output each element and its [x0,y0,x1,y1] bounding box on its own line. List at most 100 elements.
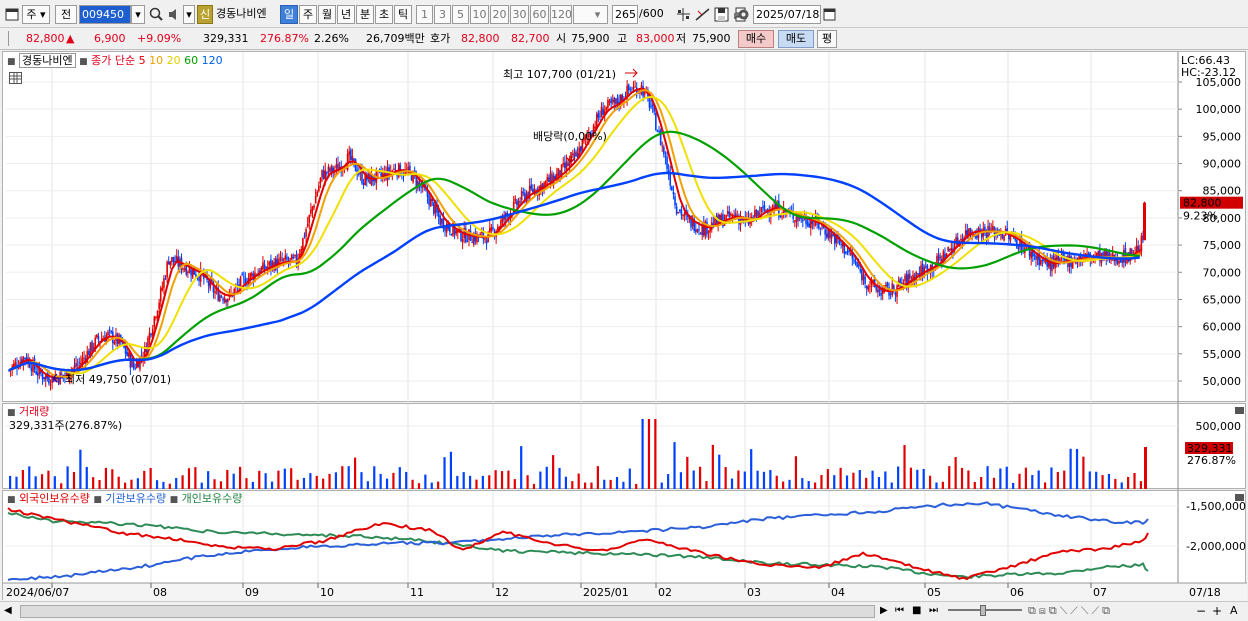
legend-ma-label[interactable]: 종가 단순 [91,54,135,67]
volume-bar [1031,475,1034,489]
market-select[interactable]: 주 ▾ [22,5,50,24]
gear-icon[interactable] [735,5,752,24]
candle-body [1071,261,1074,269]
trendline-icon[interactable] [694,5,711,24]
candle-body [992,225,994,231]
speaker-icon[interactable] [166,5,183,24]
holdings-chart-panel[interactable]: -1,500,000 -2,000,000 2024/06/07 08 09 10 11 12… [2,490,1247,601]
first-icon[interactable]: ⏮ [895,605,904,616]
candle-body [825,233,828,238]
interval-dropdown[interactable]: ▾ [573,5,608,24]
minute-30[interactable]: 30 [510,5,529,24]
tool-icons[interactable]: ⧉⧈⧉⟍⟋⟍⟋⧉ [1028,604,1113,618]
minute-120[interactable]: 120 [550,5,572,24]
price-chart-panel[interactable]: 105,000 100,000 95,000 90,000 85,000 80,000 75… [2,51,1247,403]
new-badge[interactable]: 신 [197,5,213,24]
average-button[interactable]: 평 [817,30,837,48]
period-day[interactable]: 일 [280,5,298,24]
period-second[interactable]: 초 [375,5,393,24]
calendar-icon[interactable] [821,5,838,24]
period-tick[interactable]: 틱 [394,5,412,24]
candle-body [757,211,759,217]
minute-20[interactable]: 20 [490,5,509,24]
candle-body [696,229,699,232]
scroll-track[interactable] [20,605,875,618]
window-icon[interactable] [4,5,21,24]
candle-body [311,206,314,212]
volume-bar [334,472,338,489]
candle-body [207,281,210,287]
candle-body [289,258,291,260]
scroll-left-icon[interactable]: ◀ [4,605,12,616]
minute-3[interactable]: 3 [434,5,451,24]
period-year[interactable]: 년 [337,5,355,24]
legend-institution[interactable]: 기관보유수량 [105,492,166,505]
holdings-chart-svg[interactable]: -1,500,000 -2,000,000 2024/06/07 08 09 10 11 12… [3,491,1247,601]
legend-stock-name[interactable]: 경동나비엔 [19,53,76,68]
last-pct-label: 9.23% [1183,210,1218,223]
candle-body [827,229,830,238]
volume-bar [948,466,951,489]
volume-chart-panel[interactable]: 500,000 329,331 276.87% ■ 거래량 329,331주(276… [2,403,1247,490]
search-icon[interactable] [148,5,165,24]
volume-bar [865,477,868,489]
save-icon[interactable] [713,5,730,24]
panel-close-icon [1235,407,1244,414]
volume-bar [475,479,478,489]
minute-60[interactable]: 60 [530,5,549,24]
candle-body [964,230,967,236]
stock-code-input[interactable]: 009450 [79,5,131,24]
volume-bar [788,479,791,489]
period-minute[interactable]: 분 [356,5,374,24]
last-icon[interactable]: ⏭ [929,605,938,616]
volume-title[interactable]: 거래량 [19,405,49,418]
buy-button[interactable]: 매수 [738,30,774,48]
candle-body [282,258,285,261]
volume-bar [392,472,395,489]
candle-body [415,176,418,187]
volume-chart-svg[interactable]: 500,000329,331276.87% [3,404,1247,490]
period-month[interactable]: 월 [318,5,336,24]
candle-body [1039,260,1042,265]
chart-scrollbar[interactable]: ◀ ▶ ⏮ ■ ⏭ ⧉⧈⧉⟍⟋⟍⟋⧉ − + A [0,601,1248,621]
crosshair-icon[interactable] [675,5,692,24]
minute-10[interactable]: 10 [470,5,489,24]
sell-button[interactable]: 매도 [778,30,814,48]
font-size-icon[interactable]: A [1230,604,1238,617]
stop-icon[interactable]: ■ [912,605,921,616]
candle-body [613,97,616,104]
candle-body [602,108,604,115]
volume-bar [1095,471,1098,489]
legend-individual[interactable]: 개인보유수량 [182,492,243,505]
candle-body [492,227,494,230]
candle-body [169,260,172,266]
legend-foreign[interactable]: 외국인보유수량 [19,492,90,505]
price-chart-svg[interactable]: 105,000100,00095,00090,00085,00080,00075… [3,52,1247,403]
zoom-handle[interactable] [980,605,986,616]
volume-bar [353,457,357,489]
speaker-dropdown[interactable]: ▾ [183,5,195,24]
volume-bar [1005,466,1008,489]
candle-body [163,278,165,288]
candle-body [758,213,761,215]
volume-bar [424,474,427,489]
candle-body [159,288,162,302]
minute-5[interactable]: 5 [452,5,469,24]
minute-1[interactable]: 1 [416,5,433,24]
candle-body [864,276,866,284]
table-toggle-icon[interactable] [9,72,22,84]
volume-bar [705,481,708,489]
high-label: 고 [617,32,628,45]
period-week[interactable]: 주 [299,5,317,24]
candle-body [1035,256,1037,260]
candle-body [573,152,576,158]
zoom-out-icon[interactable]: − [1196,604,1206,618]
count-input[interactable]: 265 [612,5,638,24]
candle-body [107,331,109,336]
date-input[interactable]: 2025/07/18 [753,5,821,24]
zoom-in-icon[interactable]: + [1212,604,1222,618]
jeon-button[interactable]: 전 [55,5,77,24]
code-dropdown-button[interactable]: ▾ [131,5,145,24]
scroll-right-icon[interactable]: ▶ [880,605,888,616]
volume-bar [718,454,721,489]
